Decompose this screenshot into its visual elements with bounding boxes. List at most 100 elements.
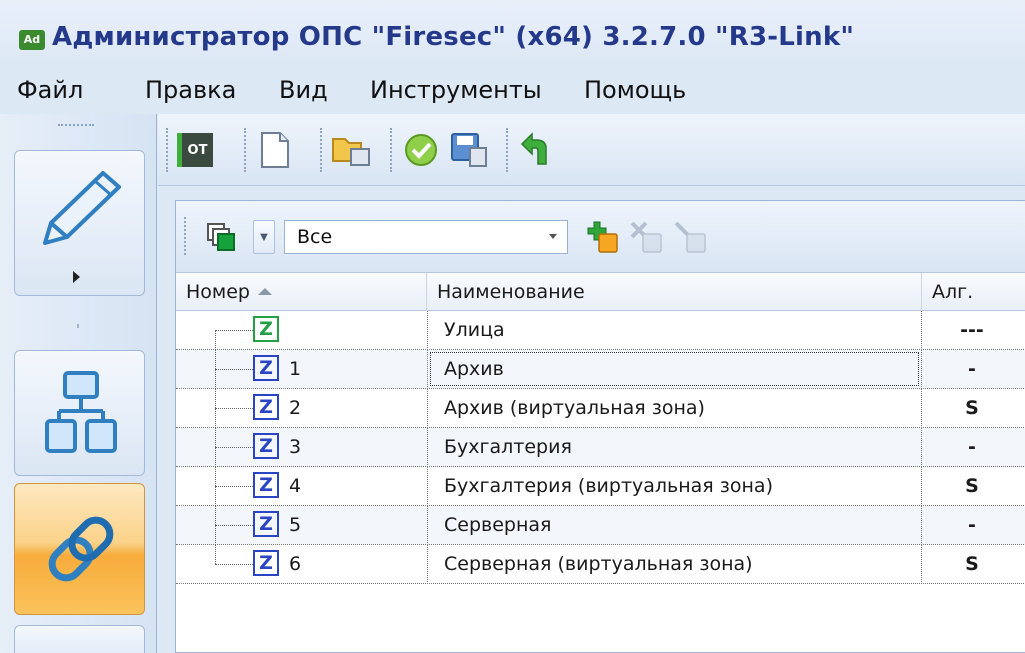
zones-toolbar: ▼ Все	[176, 201, 1025, 273]
tree-line	[215, 486, 253, 487]
cell-name: Бухгалтерия	[427, 428, 922, 467]
zone-icon: Z	[253, 550, 279, 576]
tree-line	[215, 564, 253, 565]
zone-icon: Z	[253, 433, 279, 459]
menu-help[interactable]: Помощь	[584, 76, 686, 104]
window-title: Администратор ОПС "Firesec" (x64) 3.2.7.…	[52, 22, 855, 52]
toolbar-separator	[390, 128, 394, 172]
app-logo-icon: Ad	[19, 30, 45, 50]
open-button[interactable]	[330, 129, 372, 171]
zone-filter-value: Все	[297, 226, 333, 248]
toolbar-separator	[320, 128, 324, 172]
nav-devices-button[interactable]	[14, 350, 145, 476]
menu-file[interactable]: Файл	[17, 76, 83, 104]
sort-ascending-icon	[258, 288, 272, 295]
toolbar-grip[interactable]	[166, 128, 170, 172]
add-zone-button[interactable]	[582, 217, 622, 257]
ot-icon: OT	[177, 133, 213, 167]
tree-line	[215, 330, 253, 331]
cell-alg: S	[965, 475, 979, 497]
table-row[interactable]: Z 4 Бухгалтерия (виртуальная зона) S	[176, 467, 1025, 506]
save-button[interactable]	[448, 129, 490, 171]
table-row[interactable]: Z 6 Серверная (виртуальная зона) S	[176, 545, 1025, 584]
navigation-sidebar	[0, 114, 157, 653]
zone-icon: Z	[253, 355, 279, 381]
open-folder-icon	[332, 138, 370, 166]
save-icon	[451, 133, 487, 167]
chain-link-icon	[48, 516, 114, 582]
network-icon	[45, 371, 117, 453]
toolbar-grip[interactable]	[184, 217, 188, 255]
cell-name: Архив (виртуальная зона)	[427, 389, 922, 428]
cell-number: Z 2	[176, 389, 427, 428]
table-row[interactable]: Z 3 Бухгалтерия -	[176, 428, 1025, 467]
cell-number: Z 4	[176, 467, 427, 506]
check-icon	[405, 134, 437, 166]
tree-line	[215, 369, 253, 370]
main-content: OT ▼ Все Номер Наименование Алг. Z Улица…	[158, 114, 1025, 653]
cell-name: Архив	[427, 350, 922, 389]
menu-edit[interactable]: Правка	[145, 76, 236, 104]
nav-next-button[interactable]	[14, 625, 145, 653]
cell-number: Z 3	[176, 428, 427, 467]
table-row[interactable]: Z 1 Архив -	[176, 350, 1025, 389]
zone-filter-select[interactable]: Все	[284, 220, 568, 254]
chevron-down-icon	[549, 234, 557, 239]
tree-line	[215, 330, 216, 350]
new-document-icon	[261, 132, 289, 168]
new-button[interactable]	[254, 129, 296, 171]
cell-alg: S	[965, 397, 979, 419]
add-icon	[587, 221, 618, 253]
tree-line	[215, 545, 216, 564]
cell-number: Z 6	[176, 545, 427, 584]
title-bar: Ad Администратор ОПС "Firesec" (x64) 3.2…	[0, 0, 1025, 64]
tree-line	[215, 447, 253, 448]
layers-icon	[207, 223, 235, 251]
validate-button[interactable]	[400, 129, 442, 171]
undo-arrow-icon	[520, 132, 547, 165]
pencil-icon	[43, 171, 121, 245]
cell-name: Бухгалтерия (виртуальная зона)	[427, 467, 922, 506]
tree-line	[215, 408, 253, 409]
menu-bar: Файл Правка Вид Инструменты Помощь	[0, 64, 1025, 114]
zone-icon: Z	[253, 316, 279, 342]
table-row[interactable]: Z 5 Серверная -	[176, 506, 1025, 545]
menu-tools[interactable]: Инструменты	[370, 76, 542, 104]
nav-plan-button[interactable]	[14, 150, 145, 296]
cell-number: Z	[176, 311, 427, 350]
zone-icon: Z	[253, 511, 279, 537]
table-row[interactable]: Z Улица ---	[176, 311, 1025, 350]
ot-button[interactable]: OT	[174, 129, 216, 171]
edit-zone-button[interactable]	[670, 217, 710, 257]
cell-alg: -	[968, 358, 976, 380]
delete-icon	[630, 221, 662, 253]
edit-icon	[674, 221, 706, 253]
zone-icon: Z	[253, 472, 279, 498]
separator	[77, 324, 79, 328]
zone-icon: Z	[253, 394, 279, 420]
cell-number: Z 5	[176, 506, 427, 545]
table-row[interactable]: Z 2 Архив (виртуальная зона) S	[176, 389, 1025, 428]
cell-alg: ---	[960, 319, 984, 341]
nav-zones-button[interactable]	[14, 483, 145, 615]
column-header-alg[interactable]: Алг.	[922, 273, 1025, 311]
column-header-number[interactable]: Номер	[176, 273, 427, 311]
cell-number: Z 1	[176, 350, 427, 389]
delete-zone-button[interactable]	[626, 217, 666, 257]
sidebar-grip[interactable]	[58, 124, 94, 127]
view-mode-button[interactable]	[194, 217, 248, 257]
view-mode-dropdown-icon[interactable]: ▼	[253, 220, 275, 254]
cell-name: Серверная	[427, 506, 922, 545]
cell-alg: S	[965, 553, 979, 575]
expand-arrow-icon[interactable]	[73, 271, 80, 283]
menu-view[interactable]: Вид	[279, 76, 328, 104]
cell-alg: -	[968, 436, 976, 458]
tree-line	[215, 525, 253, 526]
cell-name: Серверная (виртуальная зона)	[427, 545, 922, 584]
toolbar-separator	[506, 128, 510, 172]
cell-alg: -	[968, 514, 976, 536]
column-header-name[interactable]: Наименование	[427, 273, 922, 311]
toolbar-separator	[244, 128, 248, 172]
cell-name: Улица	[427, 311, 922, 350]
undo-button[interactable]	[516, 129, 558, 171]
